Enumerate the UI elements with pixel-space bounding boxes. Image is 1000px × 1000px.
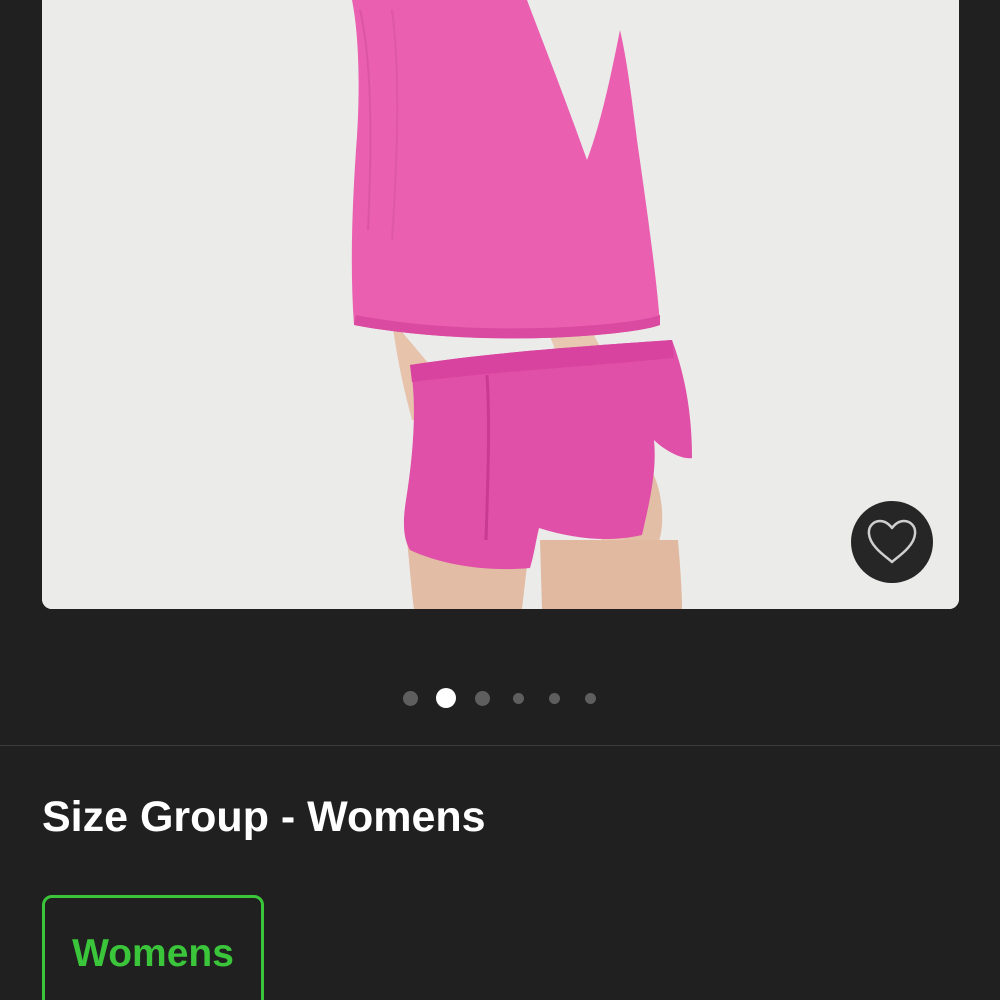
favorite-button[interactable] [851,501,933,583]
size-group-title: Size Group - Womens [42,793,486,841]
product-image-card[interactable] [42,0,959,609]
size-option-label: Womens [72,932,234,975]
carousel-dot[interactable] [584,692,596,704]
heart-outline-icon [867,519,917,564]
carousel-dot-active[interactable] [436,688,456,708]
carousel-pagination[interactable] [0,686,1000,710]
carousel-dot[interactable] [512,692,524,704]
size-option-womens[interactable]: Womens [42,895,264,1000]
section-divider [0,745,1000,746]
product-screen: Size Group - Womens Womens [0,0,1000,1000]
carousel-dot[interactable] [402,690,418,706]
carousel-dot[interactable] [548,692,560,704]
carousel-dot[interactable] [474,690,490,706]
product-photo [42,0,959,609]
